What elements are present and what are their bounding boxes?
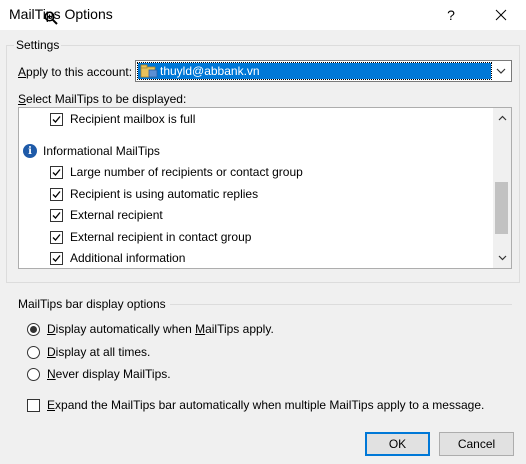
- ok-button[interactable]: OK: [365, 432, 430, 456]
- list-item[interactable]: External recipient in contact group: [19, 227, 489, 247]
- account-dropdown[interactable]: thuyld@abbank.vn: [135, 60, 512, 82]
- list-item-label: Recipient is using automatic replies: [70, 187, 259, 201]
- checkbox[interactable]: [50, 208, 63, 222]
- checkbox[interactable]: [50, 165, 63, 179]
- help-button[interactable]: ?: [428, 0, 474, 30]
- close-icon: [495, 9, 507, 21]
- radio-label: Display automatically when MailTips appl…: [47, 322, 274, 336]
- list-item-label: External recipient in contact group: [70, 230, 252, 244]
- list-item[interactable]: Recipient mailbox is full: [19, 109, 489, 129]
- scroll-down-button[interactable]: [493, 249, 511, 267]
- close-button[interactable]: [478, 0, 524, 30]
- list-item[interactable]: External recipient: [19, 205, 489, 225]
- mailbox-folder-icon: [140, 64, 158, 78]
- list-item-label: Large number of recipients or contact gr…: [70, 165, 303, 179]
- list-scrollbar[interactable]: [493, 108, 511, 268]
- account-selection: thuyld@abbank.vn: [137, 62, 492, 80]
- select-mailtips-label: Select MailTips to be displayed:: [18, 92, 187, 106]
- checkbox[interactable]: [50, 187, 63, 201]
- chevron-up-icon: [498, 115, 506, 121]
- list-group-label: Informational MailTips: [43, 144, 160, 158]
- list-group-header: i Informational MailTips: [19, 141, 489, 161]
- checkbox[interactable]: [50, 112, 63, 126]
- checkmark-icon: [52, 168, 61, 176]
- account-value: thuyld@abbank.vn: [160, 64, 260, 78]
- scroll-thumb[interactable]: [495, 182, 508, 234]
- dropdown-arrow[interactable]: [491, 61, 511, 81]
- checkbox[interactable]: [50, 251, 63, 265]
- chevron-down-icon: [496, 68, 506, 74]
- checkbox[interactable]: [50, 230, 63, 244]
- radio-label: Never display MailTips.: [47, 367, 171, 381]
- radio-label: Display at all times.: [47, 345, 151, 359]
- checkmark-icon: [52, 233, 61, 241]
- expand-checkbox[interactable]: [27, 398, 40, 412]
- chevron-down-icon: [498, 255, 506, 261]
- checkmark-icon: [52, 211, 61, 219]
- list-item[interactable]: Large number of recipients or contact gr…: [19, 162, 489, 182]
- expand-label: Expand the MailTips bar automatically wh…: [47, 398, 485, 412]
- list-item-label: Recipient mailbox is full: [70, 112, 196, 126]
- bar-options-label: MailTips bar display options: [18, 297, 166, 311]
- radio-dot: [30, 325, 37, 333]
- list-item[interactable]: Recipient is using automatic replies: [19, 184, 489, 204]
- settings-group-label: Settings: [14, 38, 62, 52]
- title-bar: MailTips Options ?: [0, 0, 526, 30]
- expand-bar-option[interactable]: Expand the MailTips bar automatically wh…: [27, 396, 484, 414]
- list-item[interactable]: Additional information: [19, 248, 489, 268]
- divider: [170, 304, 512, 305]
- cancel-button[interactable]: Cancel: [439, 432, 514, 456]
- radio-display-automatically[interactable]: Display automatically when MailTips appl…: [27, 320, 274, 338]
- radio-button[interactable]: [27, 345, 40, 359]
- account-label: Apply to this account:: [18, 65, 133, 79]
- radio-display-always[interactable]: Display at all times.: [27, 343, 150, 361]
- radio-never-display[interactable]: Never display MailTips.: [27, 365, 171, 383]
- list-item-label: External recipient: [70, 208, 163, 222]
- info-icon: i: [23, 144, 37, 158]
- list-item-label: Additional information: [70, 251, 186, 265]
- checkmark-icon: [52, 254, 61, 262]
- checkmark-icon: [52, 115, 61, 123]
- mailtips-list[interactable]: Recipient mailbox is full i Informationa…: [18, 107, 512, 269]
- dialog-title: MailTips Options: [9, 6, 113, 22]
- radio-button[interactable]: [27, 367, 40, 381]
- checkmark-icon: [52, 190, 61, 198]
- scroll-up-button[interactable]: [493, 109, 511, 127]
- zoom-cursor-icon: [44, 11, 58, 25]
- radio-button[interactable]: [27, 322, 40, 336]
